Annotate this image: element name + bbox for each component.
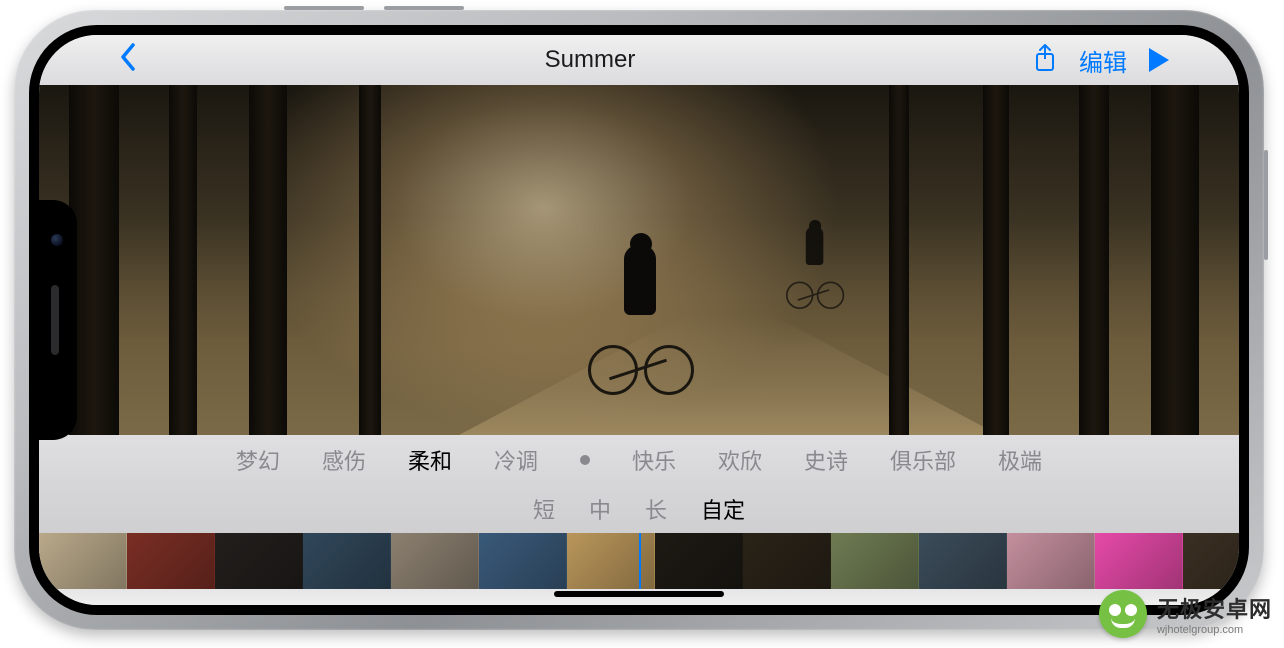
watermark-title: 无极安卓网 <box>1157 592 1272 624</box>
timeline-thumbnail[interactable] <box>303 533 391 589</box>
mood-option[interactable]: 冷调 <box>494 444 538 476</box>
screen: Summer 编辑 <box>39 35 1239 605</box>
device-notch <box>39 200 77 440</box>
duration-option[interactable]: 中 <box>589 493 611 525</box>
timeline-thumbnail[interactable] <box>1095 533 1183 589</box>
mood-option[interactable]: 史诗 <box>804 444 848 476</box>
volume-down-button <box>384 6 464 10</box>
mood-picker[interactable]: 梦幻 感伤 柔和 冷调 快乐 欢欣 史诗 俱乐部 极端 <box>39 435 1239 485</box>
share-button[interactable] <box>1033 43 1057 78</box>
back-button[interactable] <box>109 42 147 78</box>
volume-up-button <box>284 6 364 10</box>
mood-option[interactable]: 柔和 <box>408 444 452 476</box>
timeline-playhead[interactable] <box>639 533 641 589</box>
timeline-thumbnail[interactable] <box>391 533 479 589</box>
mood-option[interactable]: 俱乐部 <box>890 444 956 476</box>
phone-frame: Summer 编辑 <box>14 10 1264 630</box>
duration-option[interactable]: 短 <box>533 493 555 525</box>
duration-option[interactable]: 长 <box>645 493 667 525</box>
scene-tree <box>249 85 287 435</box>
duration-option[interactable]: 自定 <box>701 493 745 525</box>
bottom-safe-area <box>39 589 1239 605</box>
mood-option[interactable]: 感伤 <box>322 444 366 476</box>
scene-tree <box>169 85 197 435</box>
mood-current-indicator-icon <box>580 455 590 465</box>
power-button <box>1264 150 1268 260</box>
watermark-url: wjhotelgroup.com <box>1157 624 1272 636</box>
memory-video-preview[interactable] <box>39 85 1239 435</box>
page-title: Summer <box>147 46 1033 74</box>
watermark-text: 无极安卓网 wjhotelgroup.com <box>1157 592 1272 636</box>
front-camera <box>51 234 63 246</box>
scene-tree <box>983 85 1009 435</box>
timeline-thumbnail[interactable] <box>1183 533 1239 589</box>
mood-option[interactable]: 极端 <box>998 444 1042 476</box>
timeline-thumbnail[interactable] <box>479 533 567 589</box>
timeline-thumbnail[interactable] <box>567 533 655 589</box>
edit-button[interactable]: 编辑 <box>1079 43 1127 78</box>
timeline-thumbnail[interactable] <box>1007 533 1095 589</box>
watermark: 无极安卓网 wjhotelgroup.com <box>1099 590 1272 638</box>
scene-cyclist <box>594 235 684 395</box>
scene-tree <box>1079 85 1109 435</box>
home-indicator[interactable] <box>554 591 724 597</box>
mood-option[interactable]: 欢欣 <box>718 444 762 476</box>
scene-road <box>459 315 999 435</box>
play-button[interactable] <box>1149 48 1169 72</box>
mood-option[interactable]: 快乐 <box>632 444 676 476</box>
watermark-logo-icon <box>1099 590 1147 638</box>
scene-tree <box>1151 85 1199 435</box>
timeline-thumbnail[interactable] <box>919 533 1007 589</box>
chevron-left-icon <box>119 42 137 72</box>
mood-option[interactable]: 梦幻 <box>236 444 280 476</box>
timeline-thumbnail[interactable] <box>743 533 831 589</box>
duration-picker[interactable]: 短 中 长 自定 <box>39 485 1239 533</box>
scene-cyclist <box>789 221 839 309</box>
share-icon <box>1033 43 1057 73</box>
timeline-thumbnail[interactable] <box>127 533 215 589</box>
nav-bar: Summer 编辑 <box>39 35 1239 85</box>
timeline-thumbnail[interactable] <box>831 533 919 589</box>
timeline-thumbnail[interactable] <box>655 533 743 589</box>
scene-tree <box>889 85 909 435</box>
timeline-thumbnail[interactable] <box>39 533 127 589</box>
phone-bezel: Summer 编辑 <box>29 25 1249 615</box>
nav-actions: 编辑 <box>1033 43 1169 78</box>
earpiece-speaker <box>51 285 59 355</box>
timeline-thumbnail[interactable] <box>215 533 303 589</box>
scene-tree <box>359 85 381 435</box>
